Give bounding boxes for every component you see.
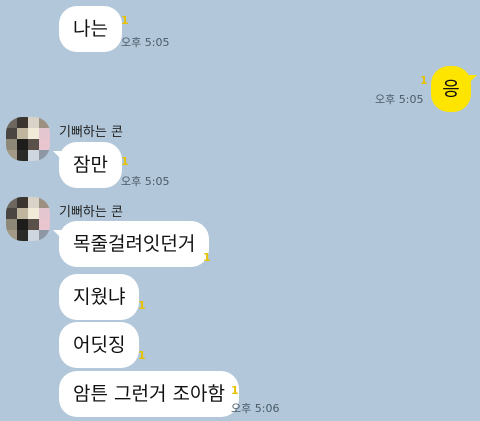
- unread-count: 1: [121, 155, 129, 168]
- sender-name: 기뻐하는 콘: [59, 125, 123, 140]
- message-time: 오후 5:05: [121, 36, 170, 49]
- message-bubble[interactable]: 암튼 그런거 조아함: [59, 371, 239, 417]
- unread-count: 1: [420, 74, 428, 87]
- message-time: 오후 5:05: [375, 93, 424, 106]
- message-bubble[interactable]: 어딧징: [59, 322, 140, 368]
- unread-count: 1: [121, 14, 129, 27]
- message-time: 오후 5:05: [121, 175, 170, 188]
- unread-count: 1: [231, 384, 239, 397]
- unread-count: 1: [138, 349, 146, 362]
- message-bubble[interactable]: 잠만: [53, 142, 122, 188]
- message-bubble[interactable]: 목줄걸려잇던거: [52, 221, 210, 267]
- message-time: 오후 5:06: [231, 402, 280, 415]
- unread-count: 1: [138, 299, 146, 312]
- message-bubble[interactable]: 지웠냐: [59, 274, 140, 320]
- unread-count: 1: [203, 251, 211, 264]
- sender-name: 기뻐하는 콘: [59, 205, 123, 220]
- sender-avatar[interactable]: [6, 197, 50, 241]
- sender-avatar[interactable]: [6, 117, 50, 161]
- message-bubble[interactable]: 나는: [59, 6, 122, 52]
- my-message-bubble[interactable]: 응: [431, 66, 477, 112]
